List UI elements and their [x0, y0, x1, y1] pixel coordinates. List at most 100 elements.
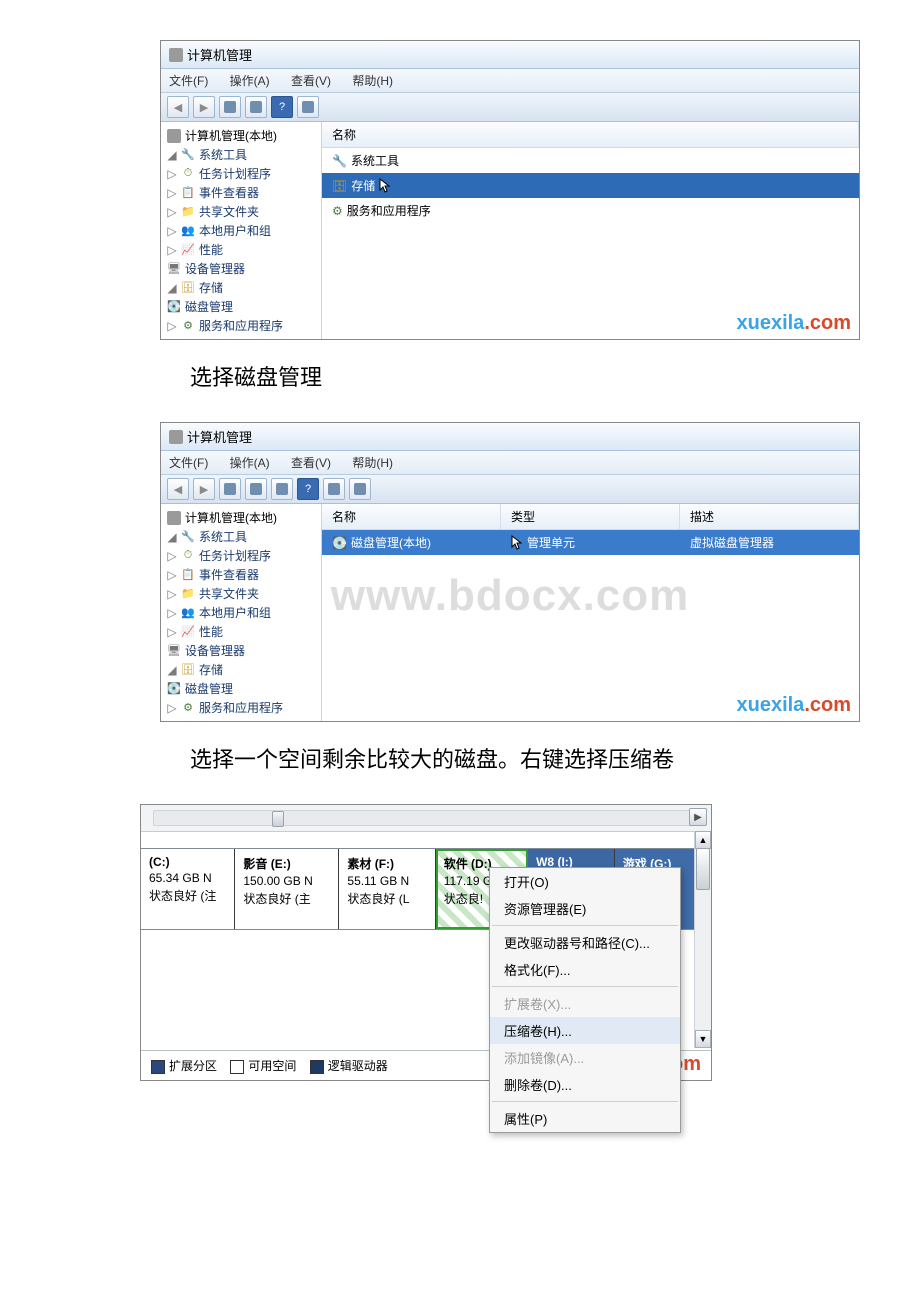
- menu-help[interactable]: 帮助(H): [352, 456, 393, 470]
- tree-task[interactable]: ▷⏱任务计划程序: [161, 546, 321, 565]
- ctx-shrink[interactable]: 压缩卷(H)...: [490, 1017, 680, 1044]
- list-item[interactable]: ⚙服务和应用程序: [322, 198, 859, 223]
- menu-separator: [492, 925, 678, 926]
- tree-systools[interactable]: ◢🔧系统工具: [161, 145, 321, 164]
- context-menu[interactable]: 打开(O) 资源管理器(E) 更改驱动器号和路径(C)... 格式化(F)...…: [489, 867, 681, 1133]
- ctx-format[interactable]: 格式化(F)...: [490, 956, 680, 983]
- ctx-open[interactable]: 打开(O): [490, 868, 680, 895]
- tree-diskmgmt[interactable]: 💽磁盘管理: [161, 679, 321, 698]
- disk-partition[interactable]: 影音 (E:)150.00 GB N状态良好 (主: [235, 849, 339, 929]
- tree-devmgr[interactable]: 🖥设备管理器: [161, 641, 321, 660]
- col-name[interactable]: 名称: [322, 122, 859, 147]
- scroll-thumb[interactable]: [696, 848, 710, 890]
- tree-shared[interactable]: ▷📁共享文件夹: [161, 202, 321, 221]
- help-button[interactable]: ?: [271, 96, 293, 118]
- back-button[interactable]: [167, 478, 189, 500]
- tree-services[interactable]: ▷⚙服务和应用程序: [161, 698, 321, 717]
- menu-action[interactable]: 操作(A): [230, 74, 270, 88]
- forward-button[interactable]: [193, 478, 215, 500]
- toolbar-btn-a[interactable]: [219, 478, 241, 500]
- tree-services[interactable]: ▷⚙服务和应用程序: [161, 316, 321, 335]
- scroll-thumb[interactable]: [272, 811, 284, 827]
- tree-event[interactable]: ▷📋事件查看器: [161, 565, 321, 584]
- toolbar-icon: [224, 101, 236, 113]
- tree-view[interactable]: 计算机管理(本地) ◢🔧系统工具 ▷⏱任务计划程序 ▷📋事件查看器 ▷📁共享文件…: [161, 122, 322, 339]
- app-icon: [169, 430, 183, 444]
- scroll-up-button[interactable]: ▲: [695, 831, 711, 849]
- toolbar-btn-1[interactable]: [219, 96, 241, 118]
- ctx-change-letter[interactable]: 更改驱动器号和路径(C)...: [490, 929, 680, 956]
- toolbar-btn-e[interactable]: [349, 478, 371, 500]
- back-button[interactable]: [167, 96, 189, 118]
- list-view[interactable]: 名称 🔧系统工具 🗄 存储 ⚙服务和应用程序: [322, 122, 859, 339]
- menu-help[interactable]: 帮助(H): [352, 74, 393, 88]
- caption-1: 选择磁盘管理: [190, 360, 860, 392]
- menu-view[interactable]: 查看(V): [291, 456, 331, 470]
- window-title: 计算机管理: [187, 45, 252, 64]
- menu-bar[interactable]: 文件(F) 操作(A) 查看(V) 帮助(H): [161, 451, 859, 475]
- help-button[interactable]: ?: [297, 478, 319, 500]
- tree-perf[interactable]: ▷📈性能: [161, 622, 321, 641]
- tree-storage[interactable]: ◢🗄存储: [161, 278, 321, 297]
- list-view[interactable]: 名称 类型 描述 💽磁盘管理(本地) 管理单元 虚拟磁盘管理器: [322, 504, 859, 721]
- disk-partition[interactable]: (C:)65.34 GB N状态良好 (注: [141, 849, 235, 929]
- services-icon: ⚙: [332, 204, 343, 218]
- col-desc[interactable]: 描述: [680, 504, 859, 529]
- toolbar-btn-c[interactable]: [271, 478, 293, 500]
- col-name[interactable]: 名称: [322, 504, 501, 529]
- list-header: 名称 类型 描述: [322, 504, 859, 530]
- tree-root[interactable]: 计算机管理(本地): [161, 126, 321, 145]
- scroll-right-button[interactable]: ▶: [689, 808, 707, 826]
- ctx-explorer[interactable]: 资源管理器(E): [490, 895, 680, 922]
- toolbar-btn-2[interactable]: [245, 96, 267, 118]
- menu-bar[interactable]: 文件(F) 操作(A) 查看(V) 帮助(H): [161, 69, 859, 93]
- toolbar-btn-b[interactable]: [245, 478, 267, 500]
- toolbar-btn-3[interactable]: [297, 96, 319, 118]
- partition-name: 影音 (E:): [243, 855, 330, 872]
- ctx-delete[interactable]: 删除卷(D)...: [490, 1071, 680, 1098]
- toolbar-btn-d[interactable]: [323, 478, 345, 500]
- app-icon: [169, 48, 183, 62]
- tree-shared[interactable]: ▷📁共享文件夹: [161, 584, 321, 603]
- tree-task[interactable]: ▷⏱任务计划程序: [161, 164, 321, 183]
- tree-view[interactable]: 计算机管理(本地) ◢🔧系统工具 ▷⏱任务计划程序 ▷📋事件查看器 ▷📁共享文件…: [161, 504, 322, 721]
- h-scrollbar[interactable]: ▶: [141, 805, 711, 832]
- menu-action[interactable]: 操作(A): [230, 456, 270, 470]
- tree-perf[interactable]: ▷📈性能: [161, 240, 321, 259]
- col-type[interactable]: 类型: [501, 504, 680, 529]
- menu-view[interactable]: 查看(V): [291, 74, 331, 88]
- list-item-selected[interactable]: 💽磁盘管理(本地) 管理单元 虚拟磁盘管理器: [322, 530, 859, 555]
- tools-icon: 🔧: [181, 530, 195, 544]
- ctx-extend: 扩展卷(X)...: [490, 990, 680, 1017]
- forward-button[interactable]: [193, 96, 215, 118]
- window-title: 计算机管理: [187, 427, 252, 446]
- cursor-icon: [379, 178, 391, 194]
- folder-icon: 📁: [181, 205, 195, 219]
- tree-systools[interactable]: ◢🔧系统工具: [161, 527, 321, 546]
- v-scrollbar[interactable]: ▲ ▼: [694, 831, 711, 1048]
- services-icon: ⚙: [181, 319, 195, 333]
- partition-status: 状态良好 (注: [149, 887, 226, 904]
- legend-swatch: [310, 1060, 324, 1074]
- ctx-props[interactable]: 属性(P): [490, 1105, 680, 1132]
- scroll-down-button[interactable]: ▼: [695, 1030, 711, 1048]
- partition-name: 素材 (F:): [347, 855, 426, 872]
- disk-partition[interactable]: 素材 (F:)55.11 GB N状态良好 (L: [339, 849, 435, 929]
- computer-icon: [167, 511, 181, 525]
- tree-event[interactable]: ▷📋事件查看器: [161, 183, 321, 202]
- tree-devmgr[interactable]: 🖥设备管理器: [161, 259, 321, 278]
- tree-root[interactable]: 计算机管理(本地): [161, 508, 321, 527]
- partition-status: 状态良好 (L: [347, 890, 426, 907]
- toolbar-icon: [250, 101, 262, 113]
- tree-users[interactable]: ▷👥本地用户和组: [161, 603, 321, 622]
- tree-diskmgmt[interactable]: 💽磁盘管理: [161, 297, 321, 316]
- menu-file[interactable]: 文件(F): [169, 74, 208, 88]
- menu-separator: [492, 1101, 678, 1102]
- menu-file[interactable]: 文件(F): [169, 456, 208, 470]
- tree-users[interactable]: ▷👥本地用户和组: [161, 221, 321, 240]
- toolbar: ?: [161, 475, 859, 504]
- tree-storage[interactable]: ◢🗄存储: [161, 660, 321, 679]
- list-item[interactable]: 🔧系统工具: [322, 148, 859, 173]
- storage-icon: 🗄: [332, 179, 347, 193]
- list-item-selected[interactable]: 🗄 存储: [322, 173, 859, 198]
